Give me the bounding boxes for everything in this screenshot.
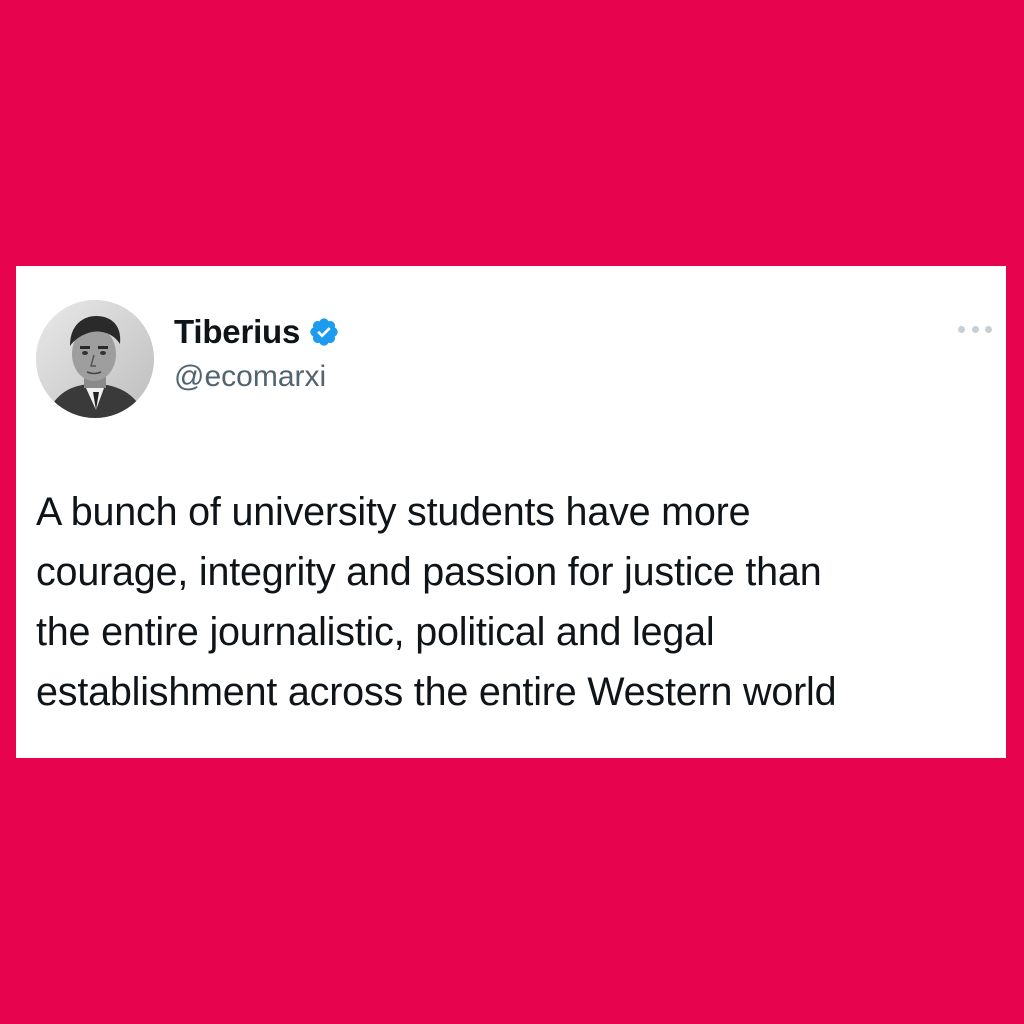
more-horizontal-icon[interactable] xyxy=(958,322,992,336)
dot xyxy=(971,325,979,333)
avatar-image xyxy=(36,300,154,418)
dot xyxy=(958,325,965,333)
user-meta: Tiberius @ecomarxi xyxy=(174,312,340,394)
name-row: Tiberius xyxy=(174,312,340,352)
avatar[interactable] xyxy=(36,300,154,418)
user-handle[interactable]: @ecomarxi xyxy=(174,360,340,394)
verified-badge-icon xyxy=(308,316,340,348)
dot xyxy=(985,325,992,333)
display-name[interactable]: Tiberius xyxy=(174,313,300,351)
tweet-text: A bunch of university students have more… xyxy=(36,490,837,714)
tweet-card: Tiberius @ecomarxi A bunch of university… xyxy=(16,266,1006,758)
